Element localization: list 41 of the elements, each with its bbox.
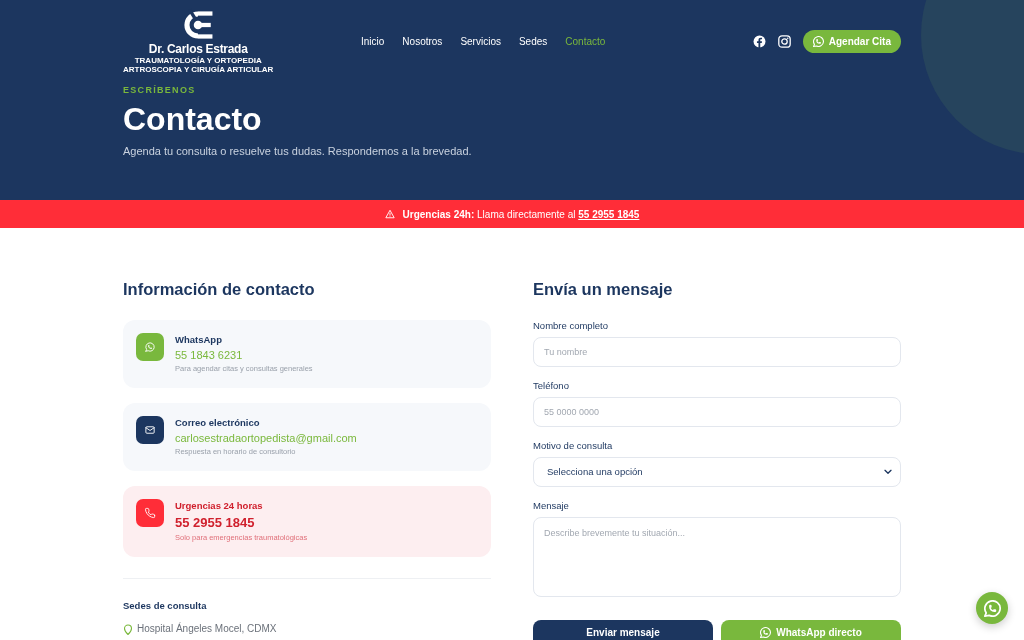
phone-number[interactable]: 55 2955 1845 <box>175 513 308 532</box>
field-label: Mensaje <box>533 499 570 513</box>
nav-link[interactable]: Contacto <box>565 33 606 49</box>
whatsapp-icon <box>983 599 1001 617</box>
input-field[interactable]: Tu nombre <box>533 337 901 367</box>
map-pin-icon <box>123 623 133 635</box>
nav-link[interactable]: Servicios <box>460 33 501 49</box>
field-label: Nombre completo <box>533 319 609 333</box>
warning-icon <box>384 209 395 219</box>
section-title: Información de contacto <box>123 279 316 299</box>
card-title: Urgencias 24 horas <box>175 499 264 513</box>
section-eyebrow: ESCRÍBENOS <box>123 84 197 96</box>
phone-link[interactable]: 55 2955 1845 <box>578 208 640 220</box>
mail-icon <box>136 416 164 444</box>
card-title: WhatsApp <box>175 333 223 347</box>
page-title: Contacto <box>123 101 263 137</box>
facebook-icon[interactable] <box>752 34 766 48</box>
field-label: Motivo de consulta <box>533 439 614 453</box>
emergency-message: Urgencias 24h: Llama directamente al 55 2955 1845 <box>402 207 640 222</box>
message-field[interactable]: Describe brevemente tu situación... <box>533 517 901 597</box>
card-title: Correo electrónico <box>175 416 261 430</box>
input-field[interactable]: 55 0000 0000 <box>533 397 901 427</box>
section-title: Envía un mensaje <box>533 279 674 299</box>
section-subtitle: Sedes de consulta <box>123 599 208 613</box>
send-button[interactable]: Enviar mensaje <box>533 620 713 640</box>
field-label: Teléfono <box>533 379 570 393</box>
logo-tagline: ARTROSCOPIA Y CIRUGÍA ARTICULAR <box>123 65 274 74</box>
page-subtitle: Agenda tu consulta o resuelve tus dudas. Respondemos a la brevedad. <box>123 144 473 158</box>
whatsapp-icon <box>760 626 772 638</box>
nav-link[interactable]: Sedes <box>518 33 548 49</box>
nav-link[interactable]: Nosotros <box>402 33 443 49</box>
location-text: Hospital Ángeles Mocel, CDMX <box>137 623 277 635</box>
whatsapp-icon <box>812 35 824 47</box>
phone-icon <box>136 499 164 527</box>
instagram-icon[interactable] <box>777 34 791 48</box>
chevron-down-icon <box>884 469 892 475</box>
logo-tagline: TRAUMATOLOGÍA Y ORTOPEDIA <box>134 56 262 65</box>
logo-text: Dr. Carlos Estrada <box>148 43 248 56</box>
select-field[interactable]: Selecciona una opción <box>533 457 901 487</box>
whatsapp-icon <box>136 333 164 361</box>
nav-link[interactable]: Inicio <box>361 33 385 49</box>
